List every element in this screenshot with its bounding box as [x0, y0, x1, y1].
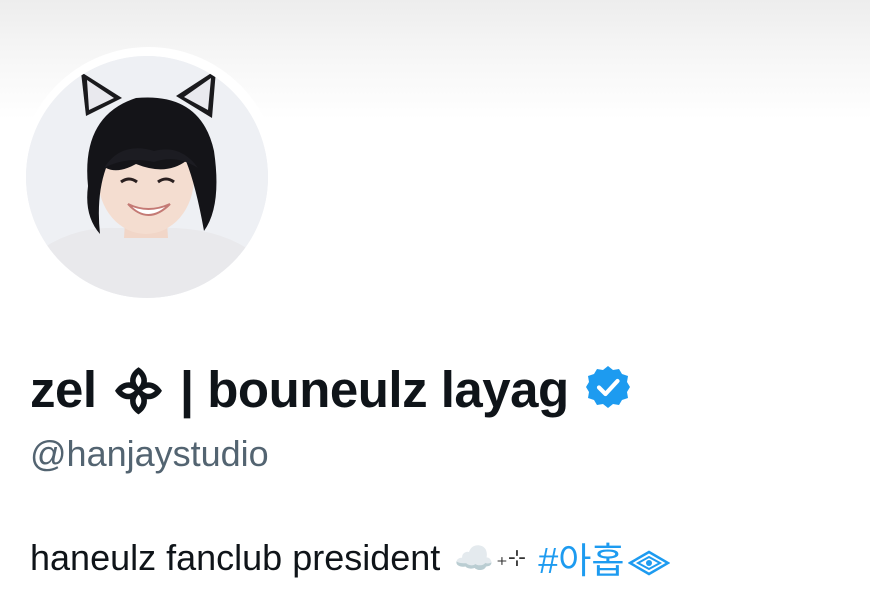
- sparkle-icon: ₊⊹: [496, 545, 527, 570]
- avatar-photo: [26, 56, 268, 298]
- bio: haneulz fanclub president ☁️ ₊⊹ #아홉: [30, 532, 671, 584]
- hashtag-link[interactable]: #아홉: [538, 532, 624, 584]
- display-name: zel ᯽ | bouneulz layag: [30, 361, 569, 418]
- diamond-eye-icon: [627, 544, 671, 576]
- handle: @hanjaystudio: [30, 433, 269, 474]
- cloud-icon: ☁️: [454, 540, 495, 576]
- display-name-row: zel ᯽ | bouneulz layag: [30, 352, 631, 422]
- verified-badge-icon[interactable]: [585, 364, 631, 410]
- avatar[interactable]: [26, 56, 268, 298]
- bio-text: haneulz fanclub president: [30, 537, 441, 578]
